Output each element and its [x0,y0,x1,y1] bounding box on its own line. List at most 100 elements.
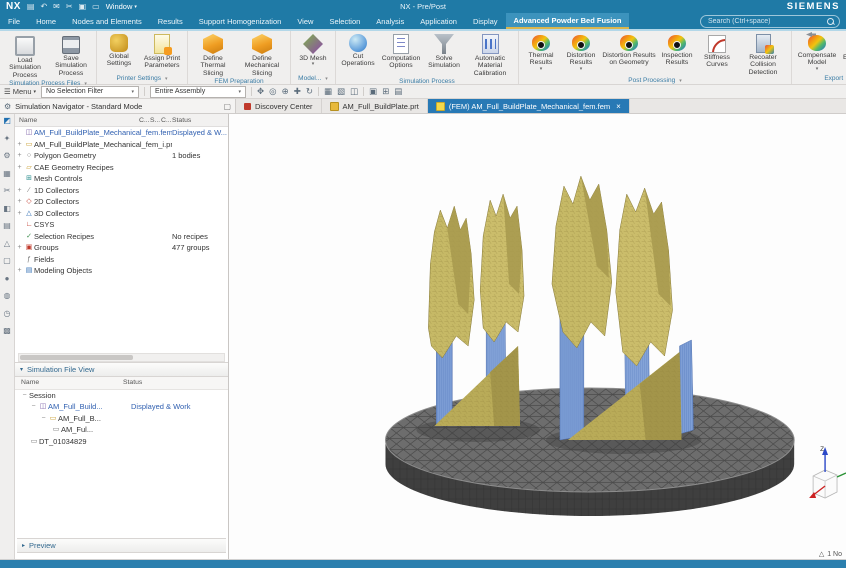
shaded-view-icon[interactable]: ▦ [324,87,332,96]
save-icon[interactable]: ▤ [27,3,35,11]
close-icon[interactable]: × [616,102,621,111]
global-settings-button[interactable]: Global Settings [99,32,139,68]
grid-display-icon[interactable]: ⊞ [382,87,389,96]
gear-icon[interactable]: ⚙ [4,102,11,111]
tab-fem-buildplate-mechanical[interactable]: (FEM) AM_Full_BuildPlate_Mechanical_fem.… [428,99,630,113]
undo-icon[interactable]: ↶ [40,3,47,11]
preview-section-header[interactable]: ▸ Preview [17,538,226,553]
view-manager-icon[interactable]: ▤ [3,222,11,230]
window-panes-icon[interactable]: ▣ [79,3,87,11]
selection-filter-dropdown[interactable]: No Selection Filter ▾ [41,86,139,98]
tree-row[interactable]: + ▤ Modeling Objects [15,265,228,277]
tree-row[interactable]: + △ 3D Collectors [15,208,228,220]
thermal-results-button[interactable]: Thermal Results ▾ [521,32,561,72]
tree-row[interactable]: ◫ AM_Full_BuildPlate_Mechanical_fem.fem … [15,127,228,139]
solve-simulation-button[interactable]: Solve Simulation [424,32,464,70]
define-thermal-slicing-button[interactable]: Define Thermal Slicing [190,32,236,77]
export-stl-files-button[interactable]: Export STL Files [840,32,846,69]
tree-row[interactable]: + ▱ CAE Geometry Recipes [15,162,228,174]
select-icon[interactable]: ◎ [269,87,276,96]
show-hide-icon[interactable]: ▣ [369,87,377,96]
tab-display[interactable]: Display [465,13,506,29]
layer-settings-icon[interactable]: ▤ [394,87,402,96]
part-module-icon[interactable]: ▢ [3,257,11,265]
tab-analysis[interactable]: Analysis [368,13,412,29]
selection-scope-dropdown[interactable]: Entire Assembly ▾ [150,86,246,98]
window-menu[interactable]: Window ▾ [106,2,137,11]
horizontal-scrollbar[interactable] [18,353,225,362]
tab-application[interactable]: Application [412,13,465,29]
group-title[interactable]: Simulation Process [338,77,516,87]
notifications-icon[interactable]: △ [4,240,10,248]
define-mechanical-slicing-button[interactable]: Define Mechanical Slicing [236,32,288,77]
computation-options-button[interactable]: Computation Options [378,32,424,70]
tree-row[interactable]: ∟ CSYS [15,219,228,231]
group-title[interactable]: Printer Settings ▾ [99,74,185,84]
group-title[interactable]: Post Processing ▾ [521,76,789,86]
post-navigator-icon[interactable]: ✦ [4,135,11,143]
web-browser-icon[interactable]: ◍ [4,292,11,300]
history-icon[interactable]: ◷ [4,310,11,318]
tree-row[interactable]: ƒ Fields [15,254,228,266]
tab-file[interactable]: File [0,13,28,29]
cut-operations-button[interactable]: Cut Operations [338,32,378,68]
menu-button[interactable]: ☰ Menu ▾ [4,87,36,96]
zoom-fit-icon[interactable]: ⊕ [282,87,289,96]
tree-row[interactable]: + ∕ 1D Collectors [15,185,228,197]
load-simulation-process-button[interactable]: Load Simulation Process [2,32,48,79]
group-title[interactable]: Model... ▾ [293,74,333,84]
snap-point-icon[interactable]: ✥ [257,87,264,96]
rotate-view-icon[interactable]: ↻ [306,87,313,96]
tab-nodes-and-elements[interactable]: Nodes and Elements [64,13,150,29]
tree-row[interactable]: + ○ Polygon Geometry 1 bodies [15,150,228,162]
tab-selection[interactable]: Selection [321,13,368,29]
tree-row[interactable]: + ▣ Groups 477 groups [15,242,228,254]
pin-panel-icon[interactable]: ▢ [223,102,231,111]
assign-print-parameters-button[interactable]: Assign Print Parameters [139,32,185,70]
save-simulation-process-button[interactable]: Save Simulation Process [48,32,94,77]
tree-row[interactable]: ⊞ Mesh Controls [15,173,228,185]
compensate-model-button[interactable]: Compensate Model ▾ [794,32,840,72]
tab-advanced-powder-bed-fusion[interactable]: Advanced Powder Bed Fusion [506,13,630,29]
mail-icon[interactable]: ✉ [53,3,60,11]
recoater-collision-detection-button[interactable]: Recoater Collision Detection [737,32,789,76]
graphics-viewport[interactable]: Z △ 1 No [229,114,846,559]
notification-badge[interactable]: △ 1 No [819,550,842,558]
3d-mesh-button[interactable]: 3D Mesh ▾ [293,32,333,68]
file-view-row[interactable]: − ◫ AM_Full_Build... Displayed & Work [15,401,228,413]
automatic-material-calibration-button[interactable]: Automatic Material Calibration [464,32,516,77]
tab-discovery-center[interactable]: Discovery Center [236,99,322,113]
tab-view[interactable]: View [289,13,321,29]
process-studio-icon[interactable]: ▩ [3,327,11,335]
assembly-navigator-icon[interactable]: ⚙ [3,152,10,160]
simulation-navigator-icon[interactable]: ◩ [3,117,11,125]
command-search[interactable] [700,15,840,28]
tab-results[interactable]: Results [150,13,191,29]
tab-support-homogenization[interactable]: Support Homogenization [191,13,290,29]
file-view-row[interactable]: − ▭ AM_Full_B... [15,413,228,425]
roles-icon[interactable]: ● [5,275,10,283]
pan-icon[interactable]: ✚ [294,87,301,96]
tree-row[interactable]: + ▭ AM_Full_BuildPlate_Mechanical_fem_i.… [15,139,228,151]
file-view-row[interactable]: ▭ AM_Ful... [15,424,228,436]
cut-icon[interactable]: ✂ [66,3,73,11]
distortion-results-button[interactable]: Distortion Results ▾ [561,32,601,72]
group-title[interactable]: Export ▾ [794,74,846,84]
wireframe-view-icon[interactable]: ▧ [337,87,345,96]
file-view-row[interactable]: − Session [15,390,228,402]
file-view-row[interactable]: ▭ DT_01034829 [15,436,228,448]
constraint-navigator-icon[interactable]: ✂ [4,187,11,195]
window-box-icon[interactable]: ▭ [92,3,100,11]
part-navigator-icon[interactable]: ▦ [3,170,11,178]
reuse-library-icon[interactable]: ◧ [3,205,11,213]
simulation-file-view-header[interactable]: ▾ Simulation File View [15,362,228,377]
tree-row[interactable]: ✓ Selection Recipes No recipes [15,231,228,243]
search-input[interactable] [706,17,824,26]
tree-row[interactable]: + ◇ 2D Collectors [15,196,228,208]
window-split-icon[interactable]: ◫ [350,87,358,96]
stiffness-curves-button[interactable]: Stiffness Curves [697,32,737,69]
tab-buildplate-prt[interactable]: AM_Full_BuildPlate.prt [322,99,428,113]
inspection-results-button[interactable]: Inspection Results [657,32,697,67]
tab-home[interactable]: Home [28,13,64,29]
distortion-results-on-geometry-button[interactable]: Distortion Results on Geometry [601,32,657,67]
